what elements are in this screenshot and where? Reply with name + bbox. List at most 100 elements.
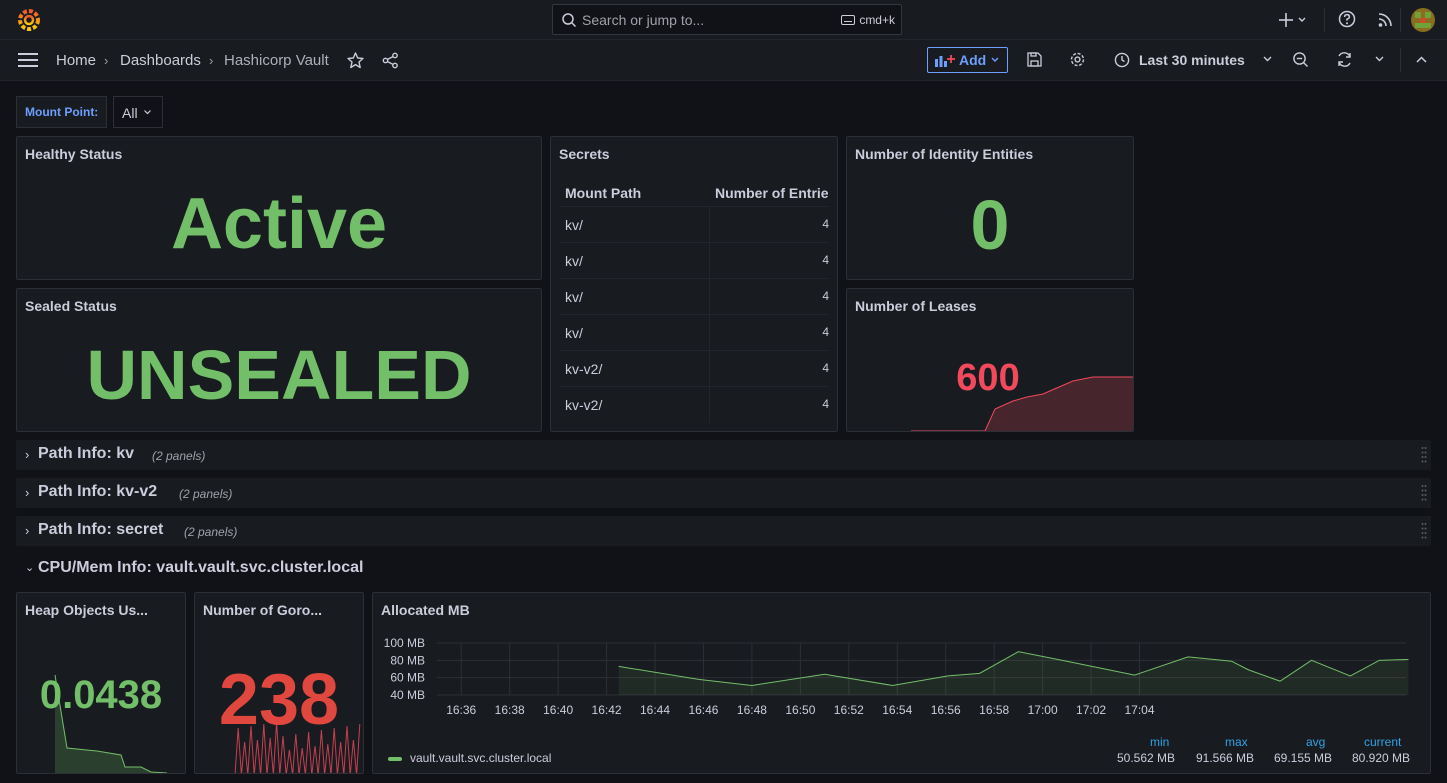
legend-color-swatch	[388, 756, 402, 761]
panel-title: Healthy Status	[25, 146, 123, 162]
table-row: kv/4	[559, 278, 829, 315]
keyboard-icon	[841, 15, 856, 25]
add-button-label: Add	[959, 52, 987, 68]
table-header-number-of-entries[interactable]: Number of Entrie	[715, 185, 829, 201]
panel-title: Secrets	[559, 146, 610, 162]
healthy-status-panel[interactable]: Healthy Status Active	[16, 136, 542, 280]
drag-handle-icon[interactable]	[1421, 446, 1427, 464]
search-placeholder: Search or jump to...	[582, 12, 705, 28]
legend-series-name: vault.vault.svc.cluster.local	[410, 751, 552, 765]
series-area	[618, 651, 1409, 695]
zoom-out-icon[interactable]	[1292, 51, 1309, 68]
add-button[interactable]: Add	[927, 47, 1008, 73]
x-tick-label: 16:40	[543, 703, 573, 717]
breadcrumb-dashboards[interactable]: Dashboards	[120, 52, 201, 69]
y-tick-label: 100 MB	[384, 636, 425, 650]
sealed-status-value: UNSEALED	[86, 336, 472, 414]
x-tick-label: 16:44	[640, 703, 670, 717]
y-tick-label: 80 MB	[390, 653, 425, 667]
row-title: Path Info: kv-v2	[38, 483, 158, 500]
mount-point-variable-label: Mount Point:	[16, 96, 107, 128]
time-range-picker[interactable]: Last 30 minutes	[1139, 52, 1245, 68]
news-feed-icon[interactable]	[1378, 10, 1394, 28]
identity-entities-value: 0	[970, 186, 1010, 264]
chevron-up-icon[interactable]	[1416, 56, 1427, 63]
chevron-down-icon: ⌄	[25, 562, 35, 574]
table-header-mount-path[interactable]: Mount Path	[565, 185, 641, 201]
leases-value: 600	[956, 357, 1020, 399]
row-panel-count: (2 panels)	[184, 525, 238, 539]
clock-icon	[1114, 52, 1130, 68]
x-tick-label: 16:38	[495, 703, 525, 717]
user-avatar[interactable]	[1411, 8, 1435, 32]
row-path-info-secret[interactable]: › Path Info: secret (2 panels)	[16, 516, 1431, 546]
goroutines-value: 238	[218, 660, 340, 740]
chevron-right-icon: ›	[25, 523, 30, 538]
add-panel-icon	[935, 55, 955, 67]
legend-header-max[interactable]: max	[1225, 735, 1248, 749]
table-row: kv/4	[559, 242, 829, 279]
legend-header-current[interactable]: current	[1364, 735, 1401, 749]
chevron-down-icon[interactable]	[1263, 56, 1272, 62]
identity-entities-panel[interactable]: Number of Identity Entities 0	[846, 136, 1134, 280]
plus-icon[interactable]	[1279, 10, 1311, 30]
row-panel-count: (2 panels)	[152, 449, 206, 463]
legend-header-min[interactable]: min	[1150, 735, 1169, 749]
x-tick-label: 16:50	[785, 703, 815, 717]
search-input[interactable]: Search or jump to... cmd+k	[552, 4, 902, 35]
x-tick-label: 16:58	[979, 703, 1009, 717]
row-path-info-kv-v2[interactable]: › Path Info: kv-v2 (2 panels)	[16, 478, 1431, 508]
x-tick-label: 16:54	[882, 703, 912, 717]
table-row: kv-v2/4	[559, 386, 829, 423]
settings-gear-icon[interactable]	[1069, 51, 1086, 68]
chevron-down-icon	[991, 57, 999, 62]
divider	[1400, 48, 1401, 72]
table-row: kv/4	[559, 314, 829, 351]
healthy-status-value: Active	[170, 184, 388, 264]
star-icon[interactable]	[347, 52, 364, 69]
chevron-down-icon	[144, 110, 151, 115]
chevron-down-icon[interactable]	[1375, 56, 1384, 62]
legend-header-avg[interactable]: avg	[1306, 735, 1325, 749]
share-icon[interactable]	[382, 52, 399, 69]
drag-handle-icon[interactable]	[1421, 522, 1427, 540]
x-tick-label: 16:48	[737, 703, 767, 717]
chevron-right-icon: ›	[104, 53, 109, 68]
sealed-status-panel[interactable]: Sealed Status UNSEALED	[16, 288, 542, 432]
mount-point-select[interactable]: All	[113, 96, 163, 128]
menu-icon[interactable]	[18, 52, 38, 68]
breadcrumb-home[interactable]: Home	[56, 52, 96, 69]
leases-panel[interactable]: Number of Leases 600	[846, 288, 1134, 432]
refresh-icon[interactable]	[1336, 51, 1353, 68]
allocated-mb-chart: 100 MB 80 MB 60 MB 40 MB 16:36 16:38 16:40 16:4…	[384, 636, 1409, 717]
divider	[1324, 8, 1325, 32]
save-icon[interactable]	[1027, 52, 1042, 67]
row-panel-count: (2 panels)	[179, 487, 233, 501]
legend-value-min: 50.562 MB	[1117, 751, 1176, 765]
row-title: Path Info: secret	[38, 521, 164, 538]
secrets-table-panel[interactable]: Secrets Mount Path Number of Entrie kv/4…	[550, 136, 838, 432]
chevron-right-icon: ›	[25, 447, 30, 462]
help-icon[interactable]	[1338, 10, 1356, 28]
row-title: CPU/Mem Info: vault.vault.svc.cluster.lo…	[38, 559, 364, 576]
legend-series[interactable]: vault.vault.svc.cluster.local	[388, 751, 551, 765]
drag-handle-icon[interactable]	[1421, 484, 1427, 502]
table-row: kv-v2/4	[559, 350, 829, 387]
search-icon	[562, 13, 577, 28]
panel-title: Number of Identity Entities	[855, 146, 1034, 162]
heap-objects-value: 0.0438	[39, 673, 163, 717]
x-tick-label: 17:02	[1076, 703, 1106, 717]
x-tick-label: 16:36	[446, 703, 476, 717]
grafana-logo-icon[interactable]	[17, 8, 41, 32]
heap-objects-panel[interactable]: Heap Objects Us... 0.0438	[16, 592, 186, 774]
allocated-mb-panel[interactable]: Allocated MB 100 MB 80 MB 60 MB 40 MB 16:36 1…	[372, 592, 1431, 774]
goroutines-panel[interactable]: Number of Goro... 238	[194, 592, 364, 774]
top-bar: Search or jump to... cmd+k	[0, 0, 1447, 40]
legend-value-avg: 69.155 MB	[1274, 751, 1333, 765]
x-tick-label: 17:04	[1125, 703, 1155, 717]
row-path-info-kv[interactable]: › Path Info: kv (2 panels)	[16, 440, 1431, 470]
chevron-right-icon: ›	[209, 53, 214, 68]
y-tick-label: 40 MB	[390, 688, 425, 702]
search-shortcut: cmd+k	[841, 13, 895, 27]
row-title: Path Info: kv	[38, 445, 135, 462]
